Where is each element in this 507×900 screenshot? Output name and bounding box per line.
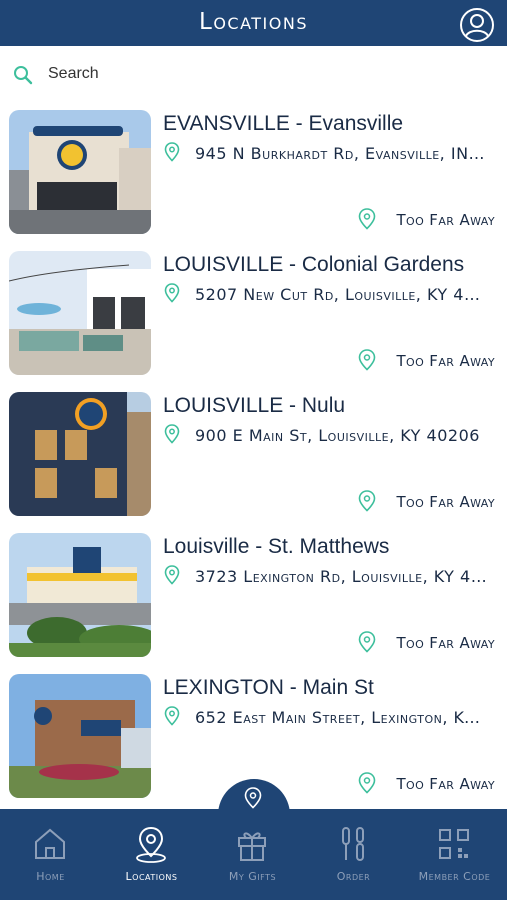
nav-label: My Gifts [228,870,277,883]
map-pin-icon [164,424,180,444]
location-card[interactable]: EVANSVILLE - Evansville 945 N Burkhardt … [0,104,507,245]
map-pin-icon [358,772,376,794]
location-distance: Too Far Away [396,493,495,511]
nav-locations[interactable]: Locations [101,814,202,894]
nav-member-code[interactable]: Member Code [404,814,505,894]
map-pin-icon [358,490,376,512]
search-icon [14,66,33,85]
location-distance: Too Far Away [396,211,495,229]
location-card[interactable]: LOUISVILLE - Colonial Gardens 5207 New C… [0,245,507,386]
location-photo [9,533,151,657]
gift-icon [238,832,266,861]
location-address: 945 N Burkhardt Rd, Evansville, IN 47715 [195,144,487,163]
location-card[interactable]: LOUISVILLE - Nulu 900 E Main St, Louisvi… [0,386,507,527]
location-photo [9,110,151,234]
location-name: LEXINGTON - Main St [163,676,374,699]
location-distance: Too Far Away [396,634,495,652]
location-name: EVANSVILLE - Evansville [163,112,404,135]
map-pin-icon [358,349,376,371]
location-address: 5207 New Cut Rd, Louisville, KY 40214 [195,285,487,304]
nav-label: Home [36,870,65,883]
map-pin-icon [164,283,180,303]
utensils-icon [342,827,364,861]
nav-label: Order [336,870,371,883]
location-pin-icon [244,787,262,809]
user-circle-icon [460,8,494,42]
location-photo [9,251,151,375]
location-photo [9,674,151,798]
location-address: 900 E Main St, Louisville, KY 40206 [195,426,480,445]
locations-list: EVANSVILLE - Evansville 945 N Burkhardt … [0,104,507,809]
location-name: LOUISVILLE - Nulu [163,394,346,417]
map-pin-icon [358,631,376,653]
nav-order[interactable]: Order [303,814,404,894]
search-input[interactable] [48,62,468,86]
map-pin-icon [164,706,180,726]
location-address: 3723 Lexington Rd, Louisville, KY 40207 [195,567,487,586]
map-pin-icon [358,208,376,230]
location-address: 652 East Main Street, Lexington, KY 4050… [195,708,487,727]
nav-my-gifts[interactable]: My Gifts [202,814,303,894]
location-pin-icon [136,826,166,863]
location-name: LOUISVILLE - Colonial Gardens [163,253,465,276]
search-bar [0,46,507,102]
location-photo [9,392,151,516]
map-pin-icon [164,142,180,162]
location-card[interactable]: Louisville - St. Matthews 3723 Lexington… [0,527,507,668]
nav-home[interactable]: Home [0,814,101,894]
page-title: Locations [199,9,308,35]
nav-label: Locations [125,870,178,883]
profile-button[interactable] [459,7,495,43]
location-distance: Too Far Away [396,352,495,370]
home-icon [35,828,65,859]
location-name: Louisville - St. Matthews [163,535,390,558]
app-header: Locations [0,0,507,46]
map-pin-icon [164,565,180,585]
qr-code-icon [439,829,469,859]
nav-label: Member Code [418,870,491,883]
location-distance: Too Far Away [396,775,495,793]
